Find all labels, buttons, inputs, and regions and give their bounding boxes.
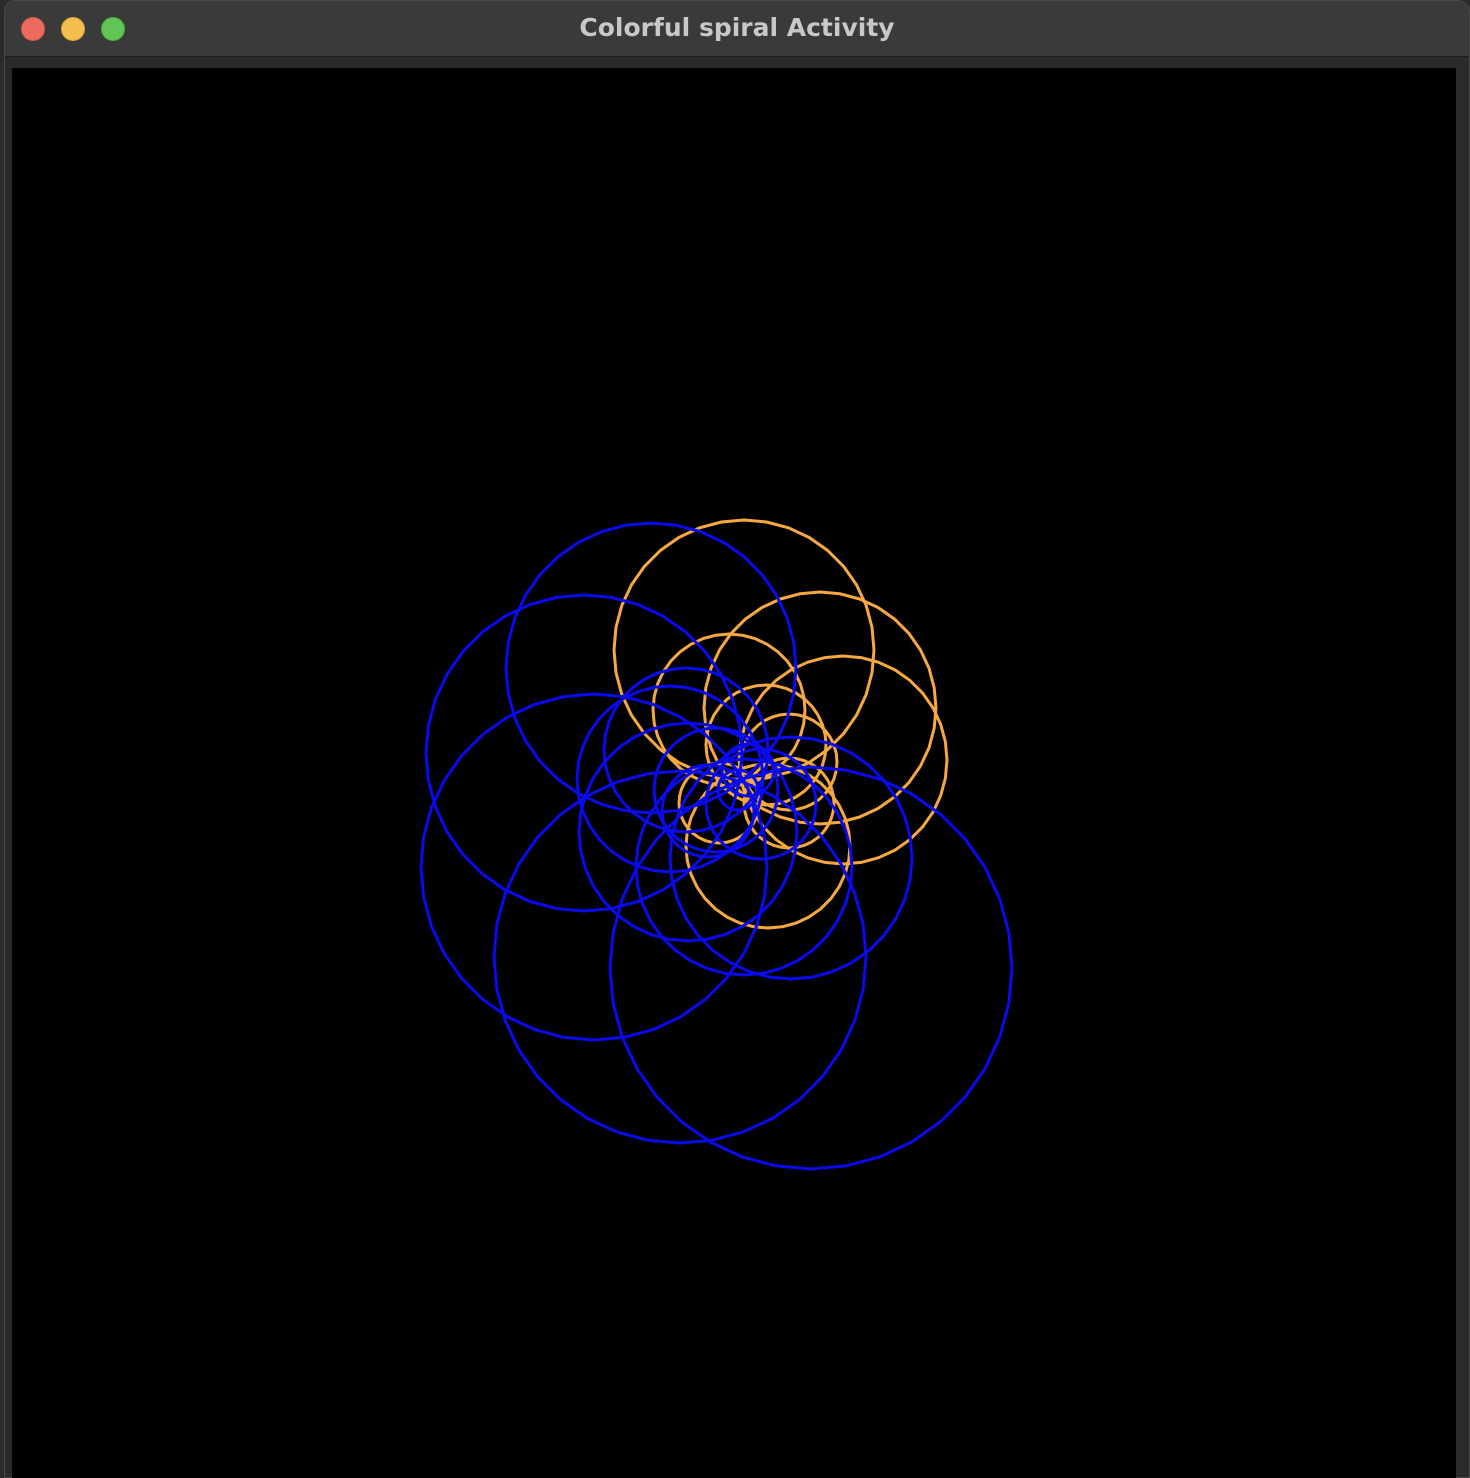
orange-circle-0 bbox=[612, 518, 876, 782]
blue-circle-9 bbox=[504, 521, 798, 815]
blue-circle-11 bbox=[419, 692, 769, 1042]
title-bar[interactable]: Colorful spiral Activity bbox=[5, 1, 1469, 57]
window-title: Colorful spiral Activity bbox=[579, 13, 895, 42]
spiral-drawing bbox=[419, 518, 1014, 1171]
drawing-canvas[interactable] bbox=[12, 68, 1456, 1478]
